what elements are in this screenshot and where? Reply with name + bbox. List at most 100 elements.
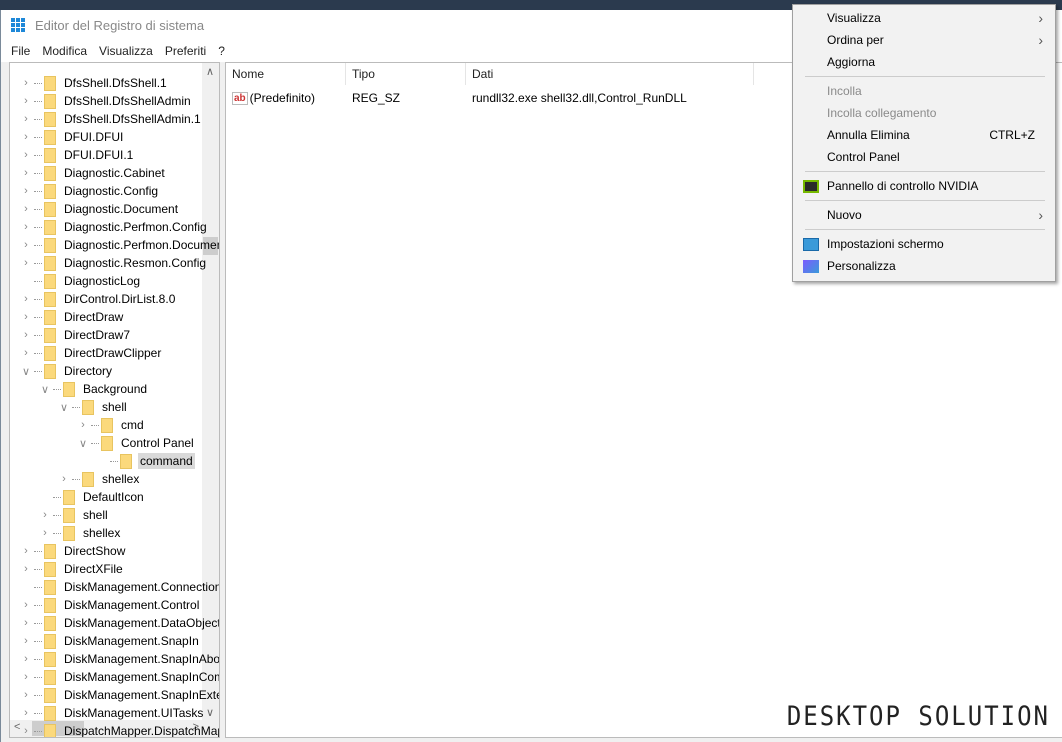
menu-help[interactable]: ? xyxy=(212,44,231,58)
tree-item[interactable]: ∨ shell xyxy=(58,398,129,416)
tree-item[interactable]: command xyxy=(96,452,195,470)
chevron-right-icon[interactable]: › xyxy=(39,509,51,521)
tree-item[interactable]: ∨ Background xyxy=(39,380,149,398)
chevron-right-icon[interactable]: › xyxy=(20,347,32,359)
tree-item[interactable]: › shellex xyxy=(58,470,141,488)
context-menu-item[interactable]: Pannello di controllo NVIDIA xyxy=(793,175,1055,197)
tree-item[interactable]: DefaultIcon xyxy=(39,488,146,506)
chevron-right-icon[interactable]: › xyxy=(20,131,32,143)
tree-item[interactable]: › DiskManagement.DataObject xyxy=(20,614,219,632)
tree-item[interactable]: › DirectDraw xyxy=(20,308,125,326)
chevron-right-icon[interactable]: › xyxy=(20,545,32,557)
value-row-name[interactable]: ab (Predefinito) xyxy=(232,89,315,107)
chevron-right-icon[interactable]: › xyxy=(20,149,32,161)
chevron-right-icon[interactable]: › xyxy=(20,167,32,179)
chevron-right-icon[interactable]: › xyxy=(20,257,32,269)
tree-line xyxy=(34,568,42,570)
chevron-right-icon[interactable]: › xyxy=(77,419,89,431)
tree-item[interactable]: › DirectDrawClipper xyxy=(20,344,163,362)
chevron-right-icon[interactable]: › xyxy=(20,95,32,107)
chevron-right-icon[interactable]: › xyxy=(20,239,32,251)
tree-item[interactable]: DiagnosticLog xyxy=(20,272,142,290)
tree-item[interactable]: › Diagnostic.Resmon.Config xyxy=(20,254,208,272)
column-header-type[interactable]: Tipo xyxy=(346,63,466,85)
context-menu-item[interactable]: Nuovo › xyxy=(793,204,1055,226)
context-menu-item[interactable]: Visualizza › xyxy=(793,7,1055,29)
chevron-right-icon[interactable]: › xyxy=(39,527,51,539)
tree-item-label: DfsShell.DfsShellAdmin.1 xyxy=(64,112,201,126)
chevron-down-icon[interactable]: ∨ xyxy=(20,365,32,378)
tree-item-label: Diagnostic.Perfmon.Config xyxy=(64,220,207,234)
chevron-right-icon[interactable]: › xyxy=(20,617,32,629)
chevron-right-icon[interactable]: › xyxy=(20,77,32,89)
tree-item[interactable]: › DiskManagement.SnapIn xyxy=(20,632,201,650)
tree-item[interactable]: › DFUI.DFUI.1 xyxy=(20,146,135,164)
folder-icon xyxy=(44,345,56,361)
tree-item[interactable]: › cmd xyxy=(77,416,146,434)
tree-item-label: DispatchMapper.DispatchMapper xyxy=(64,724,219,738)
chevron-down-icon[interactable]: ∨ xyxy=(77,437,89,450)
context-menu-item[interactable]: Aggiorna xyxy=(793,51,1055,73)
chevron-right-icon[interactable]: › xyxy=(20,689,32,701)
chevron-right-icon[interactable]: › xyxy=(20,329,32,341)
tree-item[interactable]: › DispatchMapper.DispatchMapper xyxy=(20,722,219,738)
context-menu-item[interactable]: Personalizza xyxy=(793,255,1055,277)
tree-item[interactable]: › DirectXFile xyxy=(20,560,125,578)
chevron-right-icon[interactable]: › xyxy=(20,671,32,683)
chevron-right-icon[interactable]: › xyxy=(20,563,32,575)
tree-item[interactable]: ∨ Directory xyxy=(20,362,114,380)
tree-item[interactable]: › DirControl.DirList.8.0 xyxy=(20,290,177,308)
context-menu-item[interactable]: Annulla Elimina CTRL+Z xyxy=(793,124,1055,146)
tree-item[interactable]: › Diagnostic.Config xyxy=(20,182,160,200)
context-menu-item[interactable]: Ordina per › xyxy=(793,29,1055,51)
tree-item[interactable]: › shell xyxy=(39,506,110,524)
chevron-right-icon[interactable]: › xyxy=(20,113,32,125)
tree-item[interactable]: › DiskManagement.Control xyxy=(20,596,201,614)
tree-item[interactable]: DiskManagement.Connection xyxy=(20,578,219,596)
tree-item[interactable]: › DiskManagement.SnapInComponent xyxy=(20,668,219,686)
tree-item[interactable]: › Diagnostic.Cabinet xyxy=(20,164,167,182)
chevron-down-icon[interactable]: ∨ xyxy=(58,401,70,414)
chevron-right-icon[interactable]: › xyxy=(20,635,32,647)
tree-item[interactable]: › DfsShell.DfsShell.1 xyxy=(20,74,169,92)
tree-item[interactable]: › DirectShow xyxy=(20,542,127,560)
tree-item[interactable]: › DirectDraw7 xyxy=(20,326,132,344)
menu-preferiti[interactable]: Preferiti xyxy=(159,44,212,58)
tree-item[interactable]: ∨ Control Panel xyxy=(77,434,196,452)
chevron-right-icon[interactable]: › xyxy=(20,599,32,611)
tree-item[interactable]: › Diagnostic.Perfmon.Document xyxy=(20,236,219,254)
scroll-up-icon[interactable]: ∧ xyxy=(206,65,214,78)
context-menu-item[interactable]: Control Panel xyxy=(793,146,1055,168)
chevron-right-icon[interactable]: › xyxy=(20,707,32,719)
tree-item[interactable]: › DiskManagement.SnapInAbout xyxy=(20,650,219,668)
personalize-icon xyxy=(803,259,819,273)
column-header-name[interactable]: Nome xyxy=(226,63,346,85)
chevron-right-icon[interactable]: › xyxy=(20,653,32,665)
chevron-right-icon[interactable]: › xyxy=(20,203,32,215)
menu-item-label: Annulla Elimina xyxy=(827,128,910,142)
tree-item[interactable]: › DfsShell.DfsShellAdmin xyxy=(20,92,193,110)
chevron-right-icon[interactable]: › xyxy=(20,725,32,737)
chevron-down-icon[interactable]: ∨ xyxy=(39,383,51,396)
tree-item[interactable]: › DiskManagement.UITasks xyxy=(20,704,205,722)
chevron-right-icon[interactable]: › xyxy=(20,221,32,233)
tree-item[interactable]: › shellex xyxy=(39,524,122,542)
context-menu-item[interactable]: Incolla xyxy=(793,80,1055,102)
tree-item[interactable]: › Diagnostic.Perfmon.Config xyxy=(20,218,209,236)
tree-line xyxy=(34,712,42,714)
menu-visualizza[interactable]: Visualizza xyxy=(93,44,159,58)
scroll-down-icon[interactable]: ∨ xyxy=(206,706,214,719)
tree-item[interactable]: › DiskManagement.SnapInExtension xyxy=(20,686,219,704)
context-menu-item[interactable]: Impostazioni schermo xyxy=(793,233,1055,255)
chevron-right-icon[interactable]: › xyxy=(20,311,32,323)
chevron-right-icon[interactable]: › xyxy=(20,293,32,305)
chevron-right-icon[interactable]: › xyxy=(58,473,70,485)
tree-item[interactable]: › Diagnostic.Document xyxy=(20,200,180,218)
tree-item[interactable]: › DFUI.DFUI xyxy=(20,128,125,146)
menu-modifica[interactable]: Modifica xyxy=(36,44,93,58)
tree-item[interactable]: › DfsShell.DfsShellAdmin.1 xyxy=(20,110,203,128)
chevron-right-icon[interactable]: › xyxy=(20,185,32,197)
column-header-data[interactable]: Dati xyxy=(466,63,754,85)
context-menu-item[interactable]: Incolla collegamento xyxy=(793,102,1055,124)
menu-file[interactable]: File xyxy=(5,44,36,58)
